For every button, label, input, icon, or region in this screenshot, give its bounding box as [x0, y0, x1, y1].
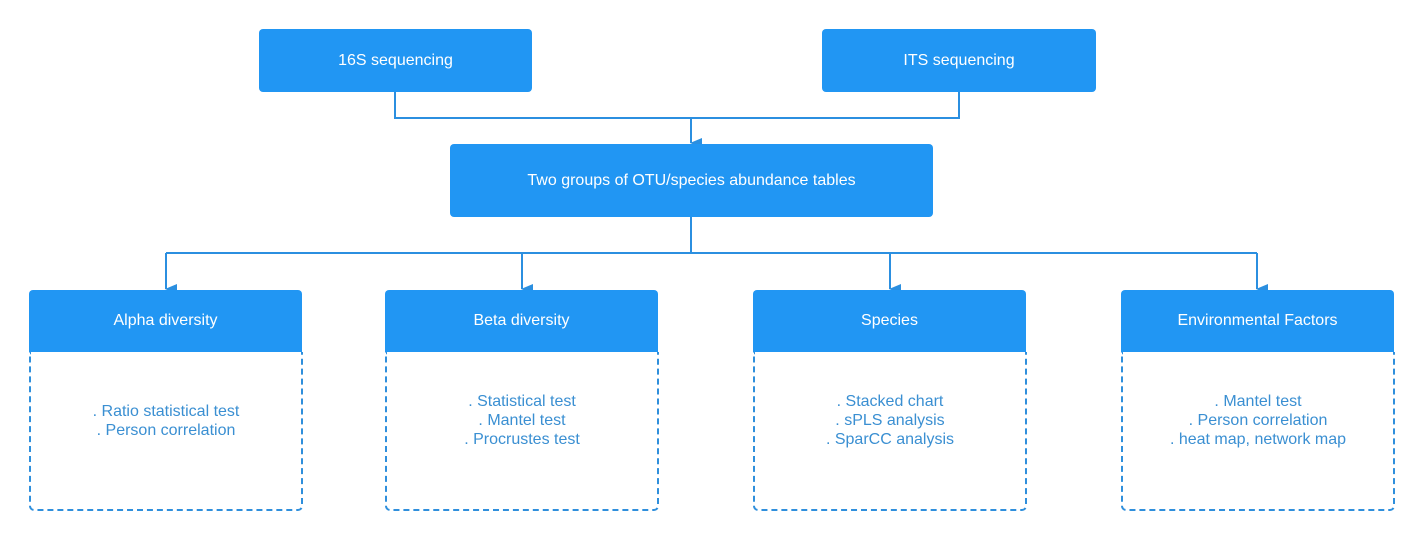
connector-16s [394, 92, 691, 119]
node-species: Species [753, 290, 1026, 352]
list-item: . heat map, network map [1169, 431, 1347, 448]
connector-its [691, 92, 960, 119]
environmental-factors-list: . Mantel test . Person correlation . hea… [1121, 352, 1395, 511]
node-abundance-tables: Two groups of OTU/species abundance tabl… [450, 144, 933, 217]
list-item: . Mantel test [478, 412, 566, 429]
node-beta-diversity: Beta diversity [385, 290, 658, 352]
node-its-sequencing: ITS sequencing [822, 29, 1096, 92]
beta-diversity-list: . Statistical test . Mantel test . Procr… [385, 352, 659, 511]
list-item: . Stacked chart [836, 393, 944, 410]
list-item: . Ratio statistical test [92, 402, 240, 420]
list-item: . Procrustes test [464, 431, 580, 448]
alpha-diversity-list: . Ratio statistical test . Person correl… [29, 352, 303, 511]
list-item: . Person correlation [96, 421, 236, 439]
list-item: . Mantel test [1214, 393, 1302, 410]
list-item: . Statistical test [468, 393, 576, 410]
list-item: . sPLS analysis [835, 412, 945, 429]
node-environmental-factors: Environmental Factors [1121, 290, 1394, 352]
species-list: . Stacked chart . sPLS analysis . SparCC… [753, 352, 1027, 511]
node-alpha-diversity: Alpha diversity [29, 290, 302, 352]
node-16s-sequencing: 16S sequencing [259, 29, 532, 92]
list-item: . Person correlation [1188, 412, 1328, 429]
list-item: . SparCC analysis [825, 431, 955, 448]
